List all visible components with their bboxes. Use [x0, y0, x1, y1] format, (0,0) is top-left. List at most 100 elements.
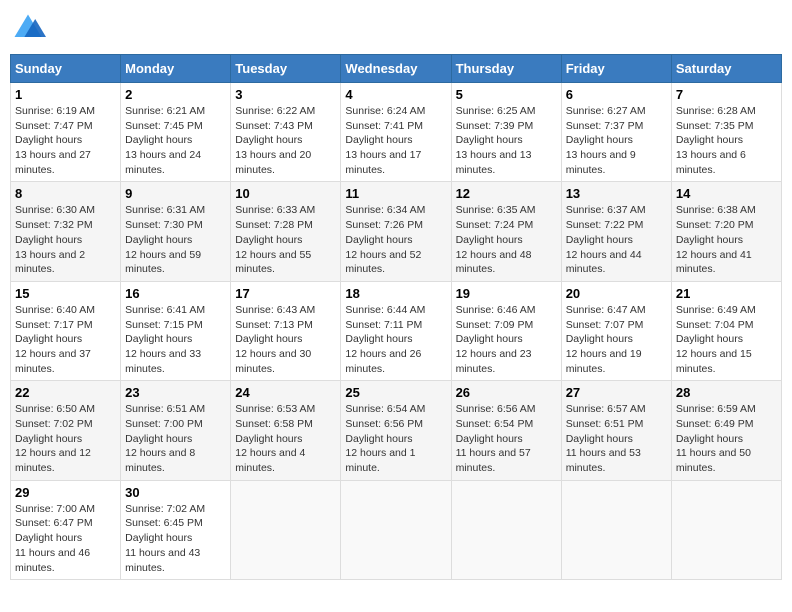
day-info: Sunrise: 6:33 AM Sunset: 7:28 PM Dayligh… [235, 203, 336, 276]
day-info: Sunrise: 6:57 AM Sunset: 6:51 PM Dayligh… [566, 402, 667, 475]
day-info: Sunrise: 6:46 AM Sunset: 7:09 PM Dayligh… [456, 303, 557, 376]
calendar-cell: 10 Sunrise: 6:33 AM Sunset: 7:28 PM Dayl… [231, 182, 341, 281]
calendar-table: Sunday Monday Tuesday Wednesday Thursday… [10, 54, 782, 580]
day-info: Sunrise: 6:54 AM Sunset: 6:56 PM Dayligh… [345, 402, 446, 475]
day-number: 28 [676, 385, 777, 400]
calendar-cell [231, 480, 341, 579]
day-number: 16 [125, 286, 226, 301]
calendar-cell: 25 Sunrise: 6:54 AM Sunset: 6:56 PM Dayl… [341, 381, 451, 480]
day-number: 27 [566, 385, 667, 400]
calendar-cell: 12 Sunrise: 6:35 AM Sunset: 7:24 PM Dayl… [451, 182, 561, 281]
calendar-cell: 2 Sunrise: 6:21 AM Sunset: 7:45 PM Dayli… [121, 83, 231, 182]
day-number: 19 [456, 286, 557, 301]
col-thursday: Thursday [451, 55, 561, 83]
day-number: 23 [125, 385, 226, 400]
day-number: 3 [235, 87, 336, 102]
calendar-cell [671, 480, 781, 579]
day-number: 22 [15, 385, 116, 400]
day-number: 5 [456, 87, 557, 102]
day-number: 8 [15, 186, 116, 201]
col-tuesday: Tuesday [231, 55, 341, 83]
col-friday: Friday [561, 55, 671, 83]
header-row: Sunday Monday Tuesday Wednesday Thursday… [11, 55, 782, 83]
day-number: 11 [345, 186, 446, 201]
day-number: 21 [676, 286, 777, 301]
day-info: Sunrise: 6:56 AM Sunset: 6:54 PM Dayligh… [456, 402, 557, 475]
calendar-week-3: 15 Sunrise: 6:40 AM Sunset: 7:17 PM Dayl… [11, 281, 782, 380]
day-info: Sunrise: 6:43 AM Sunset: 7:13 PM Dayligh… [235, 303, 336, 376]
calendar-cell: 29 Sunrise: 7:00 AM Sunset: 6:47 PM Dayl… [11, 480, 121, 579]
calendar-cell: 23 Sunrise: 6:51 AM Sunset: 7:00 PM Dayl… [121, 381, 231, 480]
calendar-cell [561, 480, 671, 579]
calendar-week-1: 1 Sunrise: 6:19 AM Sunset: 7:47 PM Dayli… [11, 83, 782, 182]
calendar-cell: 11 Sunrise: 6:34 AM Sunset: 7:26 PM Dayl… [341, 182, 451, 281]
logo-icon [10, 10, 46, 46]
calendar-cell: 7 Sunrise: 6:28 AM Sunset: 7:35 PM Dayli… [671, 83, 781, 182]
day-number: 9 [125, 186, 226, 201]
day-number: 12 [456, 186, 557, 201]
day-number: 10 [235, 186, 336, 201]
day-info: Sunrise: 6:44 AM Sunset: 7:11 PM Dayligh… [345, 303, 446, 376]
calendar-cell: 17 Sunrise: 6:43 AM Sunset: 7:13 PM Dayl… [231, 281, 341, 380]
calendar-cell: 24 Sunrise: 6:53 AM Sunset: 6:58 PM Dayl… [231, 381, 341, 480]
day-info: Sunrise: 7:00 AM Sunset: 6:47 PM Dayligh… [15, 502, 116, 575]
day-number: 13 [566, 186, 667, 201]
day-info: Sunrise: 6:24 AM Sunset: 7:41 PM Dayligh… [345, 104, 446, 177]
day-number: 2 [125, 87, 226, 102]
day-number: 6 [566, 87, 667, 102]
day-info: Sunrise: 6:53 AM Sunset: 6:58 PM Dayligh… [235, 402, 336, 475]
calendar-cell: 15 Sunrise: 6:40 AM Sunset: 7:17 PM Dayl… [11, 281, 121, 380]
day-number: 24 [235, 385, 336, 400]
day-info: Sunrise: 6:34 AM Sunset: 7:26 PM Dayligh… [345, 203, 446, 276]
day-number: 15 [15, 286, 116, 301]
day-info: Sunrise: 6:27 AM Sunset: 7:37 PM Dayligh… [566, 104, 667, 177]
col-saturday: Saturday [671, 55, 781, 83]
day-info: Sunrise: 6:41 AM Sunset: 7:15 PM Dayligh… [125, 303, 226, 376]
calendar-cell: 13 Sunrise: 6:37 AM Sunset: 7:22 PM Dayl… [561, 182, 671, 281]
day-info: Sunrise: 6:59 AM Sunset: 6:49 PM Dayligh… [676, 402, 777, 475]
day-info: Sunrise: 6:28 AM Sunset: 7:35 PM Dayligh… [676, 104, 777, 177]
col-sunday: Sunday [11, 55, 121, 83]
day-number: 17 [235, 286, 336, 301]
calendar-cell: 6 Sunrise: 6:27 AM Sunset: 7:37 PM Dayli… [561, 83, 671, 182]
calendar-week-5: 29 Sunrise: 7:00 AM Sunset: 6:47 PM Dayl… [11, 480, 782, 579]
day-info: Sunrise: 6:37 AM Sunset: 7:22 PM Dayligh… [566, 203, 667, 276]
calendar-cell: 5 Sunrise: 6:25 AM Sunset: 7:39 PM Dayli… [451, 83, 561, 182]
day-info: Sunrise: 6:51 AM Sunset: 7:00 PM Dayligh… [125, 402, 226, 475]
calendar-cell: 4 Sunrise: 6:24 AM Sunset: 7:41 PM Dayli… [341, 83, 451, 182]
calendar-cell: 14 Sunrise: 6:38 AM Sunset: 7:20 PM Dayl… [671, 182, 781, 281]
day-number: 18 [345, 286, 446, 301]
calendar-cell: 22 Sunrise: 6:50 AM Sunset: 7:02 PM Dayl… [11, 381, 121, 480]
day-info: Sunrise: 6:49 AM Sunset: 7:04 PM Dayligh… [676, 303, 777, 376]
calendar-cell: 27 Sunrise: 6:57 AM Sunset: 6:51 PM Dayl… [561, 381, 671, 480]
day-info: Sunrise: 6:40 AM Sunset: 7:17 PM Dayligh… [15, 303, 116, 376]
day-number: 4 [345, 87, 446, 102]
day-info: Sunrise: 6:19 AM Sunset: 7:47 PM Dayligh… [15, 104, 116, 177]
day-info: Sunrise: 7:02 AM Sunset: 6:45 PM Dayligh… [125, 502, 226, 575]
day-info: Sunrise: 6:25 AM Sunset: 7:39 PM Dayligh… [456, 104, 557, 177]
page-header [10, 10, 782, 46]
calendar-cell: 8 Sunrise: 6:30 AM Sunset: 7:32 PM Dayli… [11, 182, 121, 281]
calendar-cell: 18 Sunrise: 6:44 AM Sunset: 7:11 PM Dayl… [341, 281, 451, 380]
calendar-cell: 20 Sunrise: 6:47 AM Sunset: 7:07 PM Dayl… [561, 281, 671, 380]
calendar-week-2: 8 Sunrise: 6:30 AM Sunset: 7:32 PM Dayli… [11, 182, 782, 281]
calendar-cell: 19 Sunrise: 6:46 AM Sunset: 7:09 PM Dayl… [451, 281, 561, 380]
day-info: Sunrise: 6:22 AM Sunset: 7:43 PM Dayligh… [235, 104, 336, 177]
calendar-cell: 16 Sunrise: 6:41 AM Sunset: 7:15 PM Dayl… [121, 281, 231, 380]
day-info: Sunrise: 6:38 AM Sunset: 7:20 PM Dayligh… [676, 203, 777, 276]
col-monday: Monday [121, 55, 231, 83]
calendar-cell: 9 Sunrise: 6:31 AM Sunset: 7:30 PM Dayli… [121, 182, 231, 281]
calendar-cell [341, 480, 451, 579]
logo [10, 10, 50, 46]
day-number: 14 [676, 186, 777, 201]
calendar-cell: 30 Sunrise: 7:02 AM Sunset: 6:45 PM Dayl… [121, 480, 231, 579]
day-info: Sunrise: 6:31 AM Sunset: 7:30 PM Dayligh… [125, 203, 226, 276]
calendar-cell: 3 Sunrise: 6:22 AM Sunset: 7:43 PM Dayli… [231, 83, 341, 182]
day-info: Sunrise: 6:35 AM Sunset: 7:24 PM Dayligh… [456, 203, 557, 276]
col-wednesday: Wednesday [341, 55, 451, 83]
calendar-cell: 21 Sunrise: 6:49 AM Sunset: 7:04 PM Dayl… [671, 281, 781, 380]
day-info: Sunrise: 6:30 AM Sunset: 7:32 PM Dayligh… [15, 203, 116, 276]
day-info: Sunrise: 6:50 AM Sunset: 7:02 PM Dayligh… [15, 402, 116, 475]
day-number: 20 [566, 286, 667, 301]
day-number: 30 [125, 485, 226, 500]
